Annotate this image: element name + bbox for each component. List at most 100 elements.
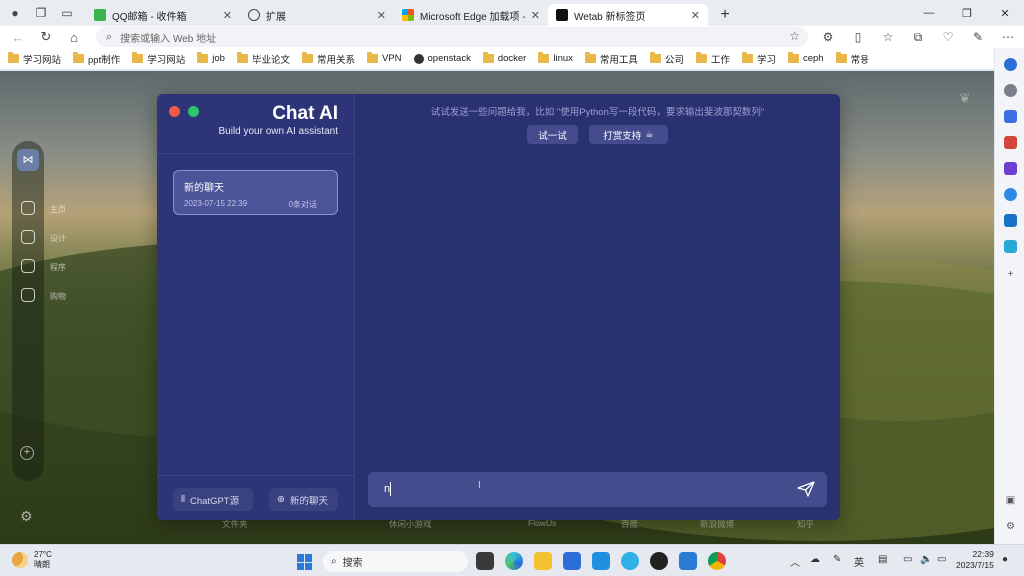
weather-widget[interactable]: 27°C 晴朗 <box>12 550 52 570</box>
workspaces-icon[interactable]: ❐ <box>34 6 48 20</box>
bookmark-folder[interactable]: 常用工具 <box>584 52 638 66</box>
tab-edge-addons[interactable]: Microsoft Edge 加载项 - wetab ✕ <box>394 4 548 26</box>
sidebar-layout-icon[interactable]: ▣ <box>1004 494 1017 507</box>
start-button-icon[interactable] <box>297 554 313 570</box>
tab-actions-icon[interactable]: ▭ <box>60 6 74 20</box>
store-icon[interactable] <box>563 552 581 570</box>
bookmark-folder[interactable]: 常용 <box>835 52 869 66</box>
volume-icon[interactable]: 🔈 <box>920 554 932 565</box>
program-nav-icon[interactable] <box>21 259 35 273</box>
close-dot-icon[interactable] <box>169 106 180 117</box>
app-icon[interactable] <box>621 552 639 570</box>
games-icon[interactable] <box>1004 162 1017 175</box>
chrome-icon[interactable] <box>708 552 726 570</box>
send-icon[interactable] <box>797 481 815 497</box>
dock-label-home[interactable]: 主页 <box>50 204 66 215</box>
new-chat-button[interactable]: ⊕ 新的聊天 <box>269 488 338 511</box>
drop-icon[interactable] <box>1004 240 1017 253</box>
bookmark-folder[interactable]: 学习 <box>741 52 776 66</box>
folder-icon <box>835 52 847 63</box>
dock-label-shopping[interactable]: 购物 <box>50 291 66 302</box>
taskbar-search[interactable]: ⌕ 搜索 <box>323 551 468 572</box>
restore-icon[interactable]: ❐ <box>948 0 986 26</box>
edge-app-icon[interactable] <box>505 552 523 570</box>
bookmark-folder[interactable]: ppt制作 <box>73 52 120 66</box>
browser-essentials-icon[interactable]: ♡ <box>940 30 956 44</box>
wetab-logo-icon[interactable]: ⋈ <box>17 149 39 171</box>
network-icon[interactable]: ▭ <box>903 554 912 565</box>
app-tray-icon[interactable]: ▤ <box>878 554 887 565</box>
sidebar-settings-icon[interactable]: ⚙ <box>1004 520 1017 533</box>
feedback-icon[interactable]: ✎ <box>970 30 986 44</box>
outlook-icon[interactable] <box>1004 214 1017 227</box>
close-tab-icon[interactable]: ✕ <box>531 9 540 22</box>
add-sidebar-app-icon[interactable]: + <box>1004 268 1017 281</box>
close-tab-icon[interactable]: ✕ <box>691 9 700 22</box>
notification-icon[interactable]: ● <box>1002 554 1008 565</box>
maximize-dot-icon[interactable] <box>188 106 199 117</box>
bookmark-folder[interactable]: VPN <box>366 52 402 64</box>
bookmark-folder[interactable]: 毕业论文 <box>236 52 290 66</box>
split-screen-icon[interactable]: ▯ <box>850 30 866 44</box>
chat-session-item[interactable]: 新的聊天 2023-07-15 22:39 0条对话 <box>173 170 338 215</box>
chatgpt-source-button[interactable]: ⫴ ChatGPT源 <box>173 488 253 511</box>
tab-qqmail[interactable]: QQ邮箱 - 收件箱 ✕ <box>86 4 240 26</box>
file-explorer-icon[interactable] <box>534 552 552 570</box>
add-group-icon[interactable]: + <box>20 446 34 460</box>
bookmark-folder[interactable]: 公司 <box>649 52 684 66</box>
shopping-tag-icon[interactable] <box>1004 110 1017 123</box>
close-tab-icon[interactable]: ✕ <box>377 9 386 22</box>
home-nav-icon[interactable] <box>21 201 35 215</box>
bookmark-folder[interactable]: ceph <box>787 52 824 64</box>
sidebar-search-icon[interactable] <box>1004 84 1017 97</box>
home-icon[interactable]: ⌂ <box>60 30 88 45</box>
more-menu-icon[interactable]: ⋯ <box>1000 30 1016 44</box>
settings-icon[interactable]: ⚙ <box>20 508 33 525</box>
close-tab-icon[interactable]: ✕ <box>223 9 232 22</box>
app-icon[interactable] <box>650 552 668 570</box>
notepad-icon[interactable] <box>679 552 697 570</box>
tab-wetab[interactable]: Wetab 新标签页 ✕ <box>548 4 708 26</box>
design-nav-icon[interactable] <box>21 230 35 244</box>
support-button[interactable]: 打赏支持 ☕ <box>589 125 668 144</box>
bookmark-folder[interactable]: 常用关系 <box>301 52 355 66</box>
copilot-icon[interactable] <box>1004 58 1017 71</box>
bookmark-folder[interactable]: job <box>197 52 225 64</box>
bookmark-folder[interactable]: linux <box>538 52 573 64</box>
show-hidden-icons-icon[interactable]: ︿ <box>790 554 800 569</box>
ime-indicator[interactable]: 英 <box>854 554 864 569</box>
new-tab-button[interactable]: + <box>714 4 736 26</box>
minimize-icon[interactable]: — <box>910 0 948 26</box>
collections-icon[interactable]: ⧉ <box>910 30 926 45</box>
task-view-icon[interactable] <box>476 552 494 570</box>
favorite-star-icon[interactable]: ☆ <box>789 29 800 43</box>
shopping-nav-icon[interactable] <box>21 288 35 302</box>
tab-extensions[interactable]: 扩展 ✕ <box>240 4 394 26</box>
bookmark-folder[interactable]: 学习网站 <box>132 52 185 66</box>
leaf-icon[interactable]: ❦ <box>959 90 971 107</box>
pen-icon[interactable]: ✎ <box>833 554 841 565</box>
bookmark-folder[interactable]: docker <box>482 52 526 64</box>
sliders-icon: ⫴ <box>181 494 185 505</box>
microsoft365-icon[interactable] <box>1004 188 1017 201</box>
tools-icon[interactable] <box>1004 136 1017 149</box>
bookmark-folder[interactable]: 学习网站 <box>8 52 61 66</box>
bookmark-link[interactable]: openstack <box>413 53 471 64</box>
dock-label-program[interactable]: 程序 <box>50 262 66 273</box>
bookmark-folder[interactable]: 工作 <box>695 52 730 66</box>
battery-icon[interactable]: ▭ <box>937 554 946 565</box>
close-window-icon[interactable]: ✕ <box>986 0 1024 26</box>
profile-icon[interactable]: ● <box>8 6 22 20</box>
tab-title: Wetab 新标签页 <box>574 11 646 23</box>
chat-input[interactable]: n I <box>368 472 827 507</box>
address-bar[interactable]: ⌕ 搜索或输入 Web 地址 ☆ <box>96 27 808 47</box>
extensions-icon[interactable]: ⚙ <box>820 30 836 44</box>
onedrive-icon[interactable]: ☁ <box>810 554 820 565</box>
refresh-icon[interactable]: ↻ <box>32 29 60 45</box>
dock-label-design[interactable]: 设计 <box>50 233 66 244</box>
favorites-icon[interactable]: ☆ <box>880 30 896 44</box>
mail-icon[interactable] <box>592 552 610 570</box>
try-button[interactable]: 试一试 <box>527 125 578 144</box>
system-clock[interactable]: 22:39 2023/7/15 <box>956 549 994 571</box>
back-icon[interactable]: ← <box>4 30 32 45</box>
